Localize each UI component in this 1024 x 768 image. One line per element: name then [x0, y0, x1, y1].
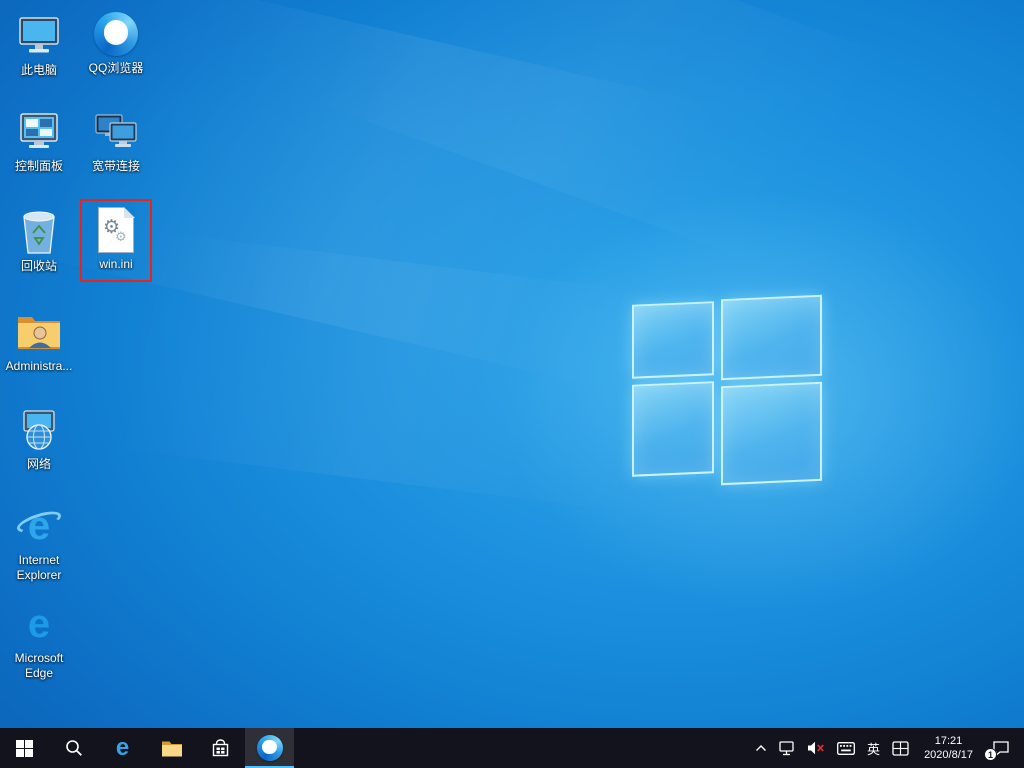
chevron-up-icon — [755, 744, 767, 752]
tray-ime[interactable] — [886, 728, 915, 768]
desktop-icon-control-panel[interactable]: 控制面板 — [1, 108, 77, 174]
windows-logo-pane — [632, 381, 714, 477]
broadband-connection-icon — [91, 108, 141, 156]
this-pc-icon — [14, 12, 64, 60]
desktop-icon-recycle-bin[interactable]: 回收站 — [1, 208, 77, 274]
taskbar-file-explorer-button[interactable] — [147, 728, 196, 768]
desktop-icon-label: 网络 — [27, 457, 51, 472]
control-panel-icon — [14, 108, 64, 156]
clock-date: 2020/8/17 — [924, 748, 973, 762]
win-ini-file-icon: ⚙ ⚙ — [91, 206, 141, 254]
qq-browser-icon — [91, 10, 141, 58]
ime-grid-icon — [892, 741, 909, 756]
taskbar: e — [0, 728, 1024, 768]
tray-clock[interactable]: 17:21 2020/8/17 — [915, 728, 982, 768]
search-icon — [65, 739, 83, 757]
tray-touch-keyboard[interactable] — [831, 728, 861, 768]
language-indicator: 英 — [867, 739, 880, 758]
edge-icon: e — [116, 736, 129, 760]
windows-logo-pane — [632, 301, 714, 379]
desktop-icon-win-ini[interactable]: ⚙ ⚙ win.ini — [78, 206, 154, 272]
desktop-icon-label: win.ini — [99, 257, 132, 272]
internet-explorer-icon: e — [14, 502, 64, 550]
desktop-icon-label: 此电脑 — [21, 63, 57, 78]
taskbar-qq-browser-button[interactable] — [245, 728, 294, 768]
desktop-icon-qq-browser[interactable]: QQ浏览器 — [78, 10, 154, 76]
windows-logo-pane — [721, 382, 822, 485]
windows-logo-pane — [721, 295, 822, 380]
action-center-button[interactable]: 1 — [982, 728, 1020, 768]
file-explorer-icon — [161, 739, 183, 757]
desktop-icon-label: Internet Explorer — [1, 553, 77, 583]
system-tray: 英 17:21 2020/8/17 1 — [749, 728, 1024, 768]
desktop-icon-internet-explorer[interactable]: e Internet Explorer — [1, 502, 77, 583]
desktop-icon-microsoft-edge[interactable]: e Microsoft Edge — [1, 600, 77, 681]
desktop-icon-label: Microsoft Edge — [1, 651, 77, 681]
screen: { "desktop": { "icons": [ { "label": "此电… — [0, 0, 1024, 768]
taskbar-store-button[interactable] — [196, 728, 245, 768]
tray-network[interactable] — [773, 728, 801, 768]
tray-volume[interactable] — [801, 728, 831, 768]
desktop-icon-label: QQ浏览器 — [89, 61, 144, 76]
desktop-icon-label: 宽带连接 — [92, 159, 140, 174]
recycle-bin-icon — [14, 208, 64, 256]
tray-input-language[interactable]: 英 — [861, 728, 886, 768]
start-button[interactable] — [0, 728, 49, 768]
desktop-icon-label: 控制面板 — [15, 159, 63, 174]
desktop-icon-this-pc[interactable]: 此电脑 — [1, 12, 77, 78]
desktop-icon-network[interactable]: 网络 — [1, 406, 77, 472]
notification-count-badge: 1 — [984, 748, 997, 761]
volume-muted-icon — [807, 741, 825, 755]
windows-start-icon — [16, 740, 33, 757]
desktop-icon-broadband[interactable]: 宽带连接 — [78, 108, 154, 174]
desktop-icon-label: 回收站 — [21, 259, 57, 274]
desktop-icon-label: Administra... — [6, 359, 73, 374]
tray-show-hidden-icons[interactable] — [749, 728, 773, 768]
network-status-icon — [779, 741, 795, 756]
qq-browser-icon — [257, 735, 283, 761]
desktop-icon-administrator[interactable]: Administra... — [1, 308, 77, 374]
microsoft-edge-icon: e — [14, 600, 64, 648]
search-button[interactable] — [49, 728, 98, 768]
network-icon — [14, 406, 64, 454]
user-folder-icon — [14, 308, 64, 356]
desktop[interactable]: 此电脑 控制面板 回收站 — [0, 0, 1024, 728]
taskbar-edge-button[interactable]: e — [98, 728, 147, 768]
microsoft-store-icon — [211, 739, 230, 758]
clock-time: 17:21 — [935, 734, 963, 748]
touch-keyboard-icon — [837, 742, 855, 755]
wallpaper-light-beam — [86, 0, 1014, 327]
